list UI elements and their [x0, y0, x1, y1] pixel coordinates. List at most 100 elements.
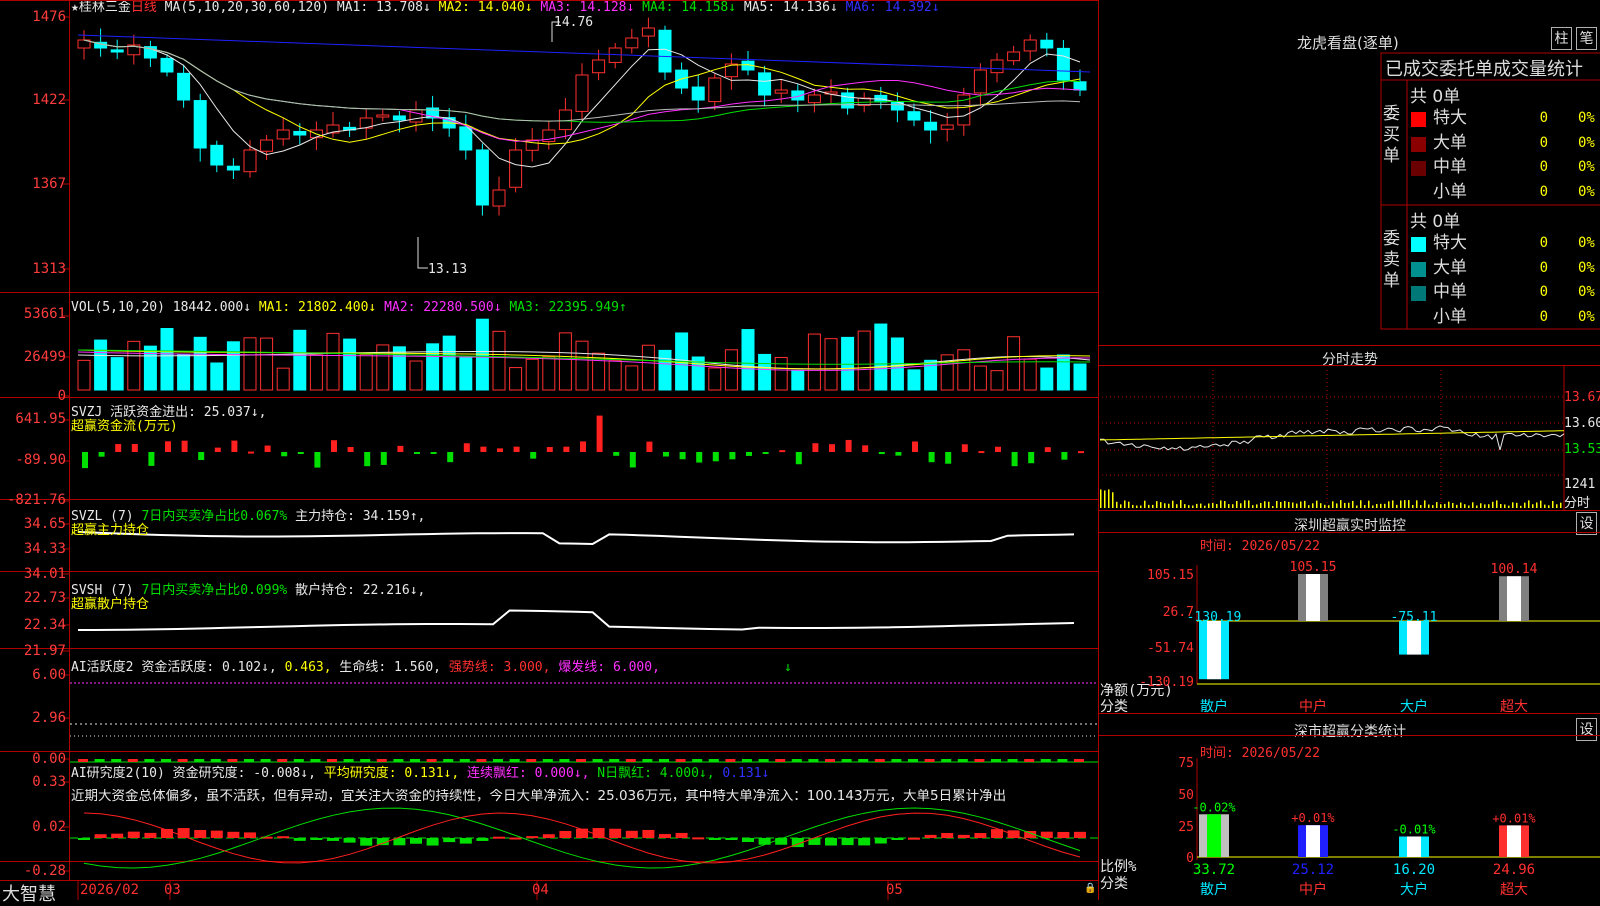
- ai1-header: AI活跃度2 资金活跃度: 0.102↓, 0.463, 生命线: 1.560,…: [71, 661, 660, 675]
- volume-bar: [442, 335, 456, 391]
- intraday-volume-bar: [1340, 500, 1342, 508]
- candle-body: [907, 111, 921, 121]
- candle-body: [558, 109, 572, 131]
- intraday-volume-bar: [1140, 505, 1142, 508]
- research-bar: [974, 833, 987, 838]
- intraday-volume-bar: [1544, 504, 1546, 508]
- intraday-volume-bar: [1468, 505, 1470, 508]
- date-tick: 2026/02: [80, 882, 140, 898]
- intraday-volume-bar: [1280, 501, 1282, 508]
- research-bar: [891, 838, 904, 840]
- date-tick: 04: [532, 882, 549, 898]
- flow-bar: [712, 452, 719, 462]
- intraday-volume-bar: [1256, 504, 1258, 508]
- volume-bar: [874, 323, 888, 391]
- intraday-volume-bar: [1436, 502, 1438, 508]
- volume-bar: [226, 341, 240, 391]
- research-bar: [443, 838, 456, 843]
- candle-body: [177, 72, 191, 101]
- intraday-volume-bar: [1480, 503, 1482, 508]
- flow-bar: [928, 452, 935, 463]
- ai1-strongline: 强势线: 3.000,: [448, 660, 551, 675]
- volume-bar: [210, 362, 224, 391]
- intraday-volume-bar: [1320, 503, 1322, 508]
- flow-bar: [82, 452, 88, 469]
- intraday-volume-bar: [1444, 503, 1446, 508]
- research-bar: [310, 838, 323, 840]
- research-bar: [642, 829, 655, 838]
- activity-bar: [974, 759, 985, 762]
- volume-bar: [625, 365, 639, 391]
- svzj-y-tick: -821.76: [6, 492, 66, 508]
- volume-bar: [426, 343, 440, 391]
- candle-body: [758, 72, 772, 96]
- candle-body: [260, 139, 274, 152]
- activity-bar: [924, 759, 935, 762]
- flow-bar: [364, 452, 371, 467]
- lock-icon[interactable]: 🔒: [1084, 883, 1096, 894]
- activity-bar: [1074, 759, 1084, 762]
- volume-bar: [243, 337, 257, 391]
- candle-body: [990, 59, 1004, 74]
- volume-bar: [575, 340, 589, 391]
- candle-body: [1040, 39, 1054, 49]
- candle-body: [492, 189, 506, 207]
- activity-bar: [426, 759, 437, 762]
- activity-bar: [609, 759, 620, 762]
- research-bar: [526, 836, 539, 839]
- intraday-volume-bar: [1376, 504, 1378, 508]
- intraday-volume-bar: [1128, 501, 1130, 508]
- activity-bar: [476, 759, 487, 762]
- candlestick-chart[interactable]: [0, 0, 1100, 900]
- intraday-volume-bar: [1104, 490, 1106, 508]
- intraday-volume-bar: [1344, 502, 1346, 508]
- ai2-label: AI研究度2(10): [71, 766, 165, 781]
- ai1-activity: 资金活跃度: 0.102↓,: [141, 660, 277, 675]
- flow-bar: [231, 440, 238, 452]
- high-price-label: 14.76: [554, 15, 594, 30]
- intraday-volume-bar: [1528, 500, 1530, 508]
- activity-bar: [343, 759, 354, 762]
- intraday-volume-bar: [1536, 502, 1538, 508]
- activity-bar: [791, 759, 802, 762]
- activity-bar: [210, 759, 221, 762]
- ai2-nred: N日飘红: 4.000↓,: [597, 766, 715, 781]
- flow-bar: [646, 441, 653, 452]
- monitor-category-label: 中户: [1299, 698, 1327, 715]
- intraday-volume-bar: [1252, 505, 1254, 508]
- research-bar: [244, 832, 256, 838]
- monitor-bar-inner: [1207, 621, 1221, 680]
- flow-bar: [198, 452, 205, 461]
- activity-bar: [1057, 759, 1068, 762]
- intraday-volume-bar: [1188, 505, 1190, 508]
- intraday-volume-bar: [1540, 500, 1542, 508]
- activity-bar: [310, 759, 321, 762]
- stats-category-label: 散户: [1200, 881, 1228, 898]
- research-bar: [111, 833, 124, 838]
- low-pointer: [417, 237, 428, 269]
- intraday-volume-bar: [1512, 502, 1514, 508]
- intraday-volume-bar: [1400, 500, 1402, 508]
- research-bar: [459, 838, 472, 844]
- intraday-volume-bar: [1100, 489, 1102, 508]
- flow-bar: [563, 446, 570, 452]
- candle-body: [841, 92, 855, 109]
- activity-bar: [1024, 759, 1035, 762]
- research-bar: [1057, 831, 1070, 838]
- intraday-volume-bar: [1380, 503, 1382, 508]
- flow-bar: [214, 447, 221, 452]
- stats-change-label: -0.01%: [1392, 822, 1436, 836]
- volume-bar: [973, 365, 987, 391]
- flow-bar: [762, 452, 769, 454]
- intraday-volume-bar: [1260, 502, 1262, 508]
- candle-body: [890, 101, 904, 111]
- candle-body: [774, 89, 788, 94]
- volume-bar: [94, 339, 108, 391]
- volume-bar: [857, 330, 871, 391]
- stats-change-label: +0.01%: [1492, 811, 1536, 825]
- flow-bar: [546, 447, 553, 452]
- volume-bar: [326, 332, 340, 391]
- intraday-volume-bar: [1176, 504, 1178, 508]
- candle-body: [691, 86, 705, 101]
- ai2-comment: 近期大资金总体偏多，虽不活跃，但有异动，宜关注大资金的持续性，今日大单净流入：2…: [71, 789, 1007, 803]
